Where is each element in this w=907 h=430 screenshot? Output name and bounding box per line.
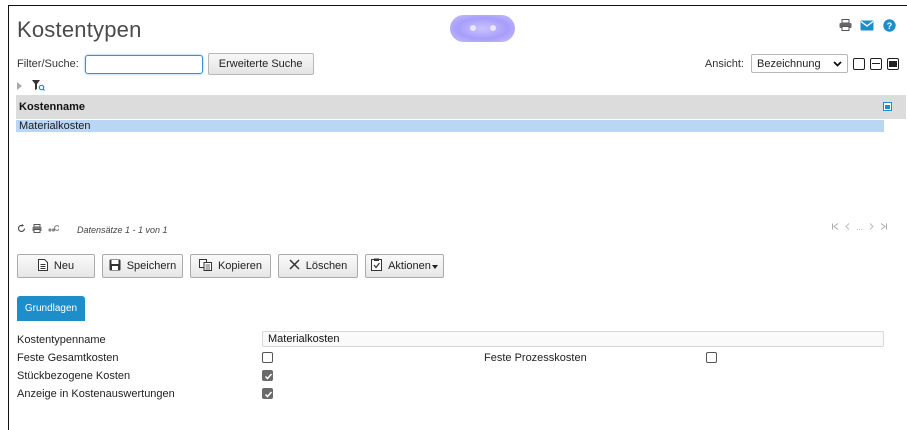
save-label: Speichern xyxy=(126,260,177,272)
refresh-icon[interactable] xyxy=(17,224,26,236)
view-select[interactable]: Bezeichnung xyxy=(751,54,848,73)
document-icon xyxy=(37,258,48,274)
fixed-total-costs-checkbox[interactable] xyxy=(262,352,273,363)
actions-menu-button[interactable]: Aktionen xyxy=(365,254,444,278)
new-button[interactable]: Neu xyxy=(17,254,95,278)
grid-tools xyxy=(17,80,45,94)
print-list-icon[interactable] xyxy=(32,224,42,236)
show-in-reports-checkbox[interactable] xyxy=(262,388,273,399)
kostentypenname-input[interactable]: Materialkosten xyxy=(262,331,884,347)
kostentypenname-label: Kostentypenname xyxy=(17,334,106,346)
fixed-process-costs-checkbox[interactable] xyxy=(706,352,717,363)
prev-page-icon[interactable] xyxy=(845,223,850,232)
per-piece-costs-label: Stückbezogene Kosten xyxy=(17,370,131,382)
window-border-left xyxy=(8,5,9,430)
pager-ellipsis: ... xyxy=(856,223,863,232)
top-actions: ? xyxy=(837,18,897,32)
delete-button[interactable]: Löschen xyxy=(278,254,358,278)
svg-text:?: ? xyxy=(886,21,892,31)
new-label: Neu xyxy=(53,260,75,272)
columns-icon[interactable] xyxy=(48,224,60,236)
help-icon[interactable]: ? xyxy=(881,18,897,32)
first-page-icon[interactable] xyxy=(832,223,839,232)
actions-label: Aktionen xyxy=(388,260,431,272)
last-page-icon[interactable] xyxy=(880,223,887,232)
delete-label: Löschen xyxy=(305,260,348,272)
printer-icon[interactable] xyxy=(837,18,853,32)
column-header-kostenname[interactable]: Kostenname xyxy=(19,101,85,113)
action-toolbar: Neu Speichern Kopieren Löschen Aktionen xyxy=(17,254,444,278)
column-settings-icon[interactable] xyxy=(883,102,892,114)
view-split-icon[interactable] xyxy=(870,57,882,70)
filter-label: Filter/Suche: xyxy=(17,58,79,70)
copy-button[interactable]: Kopieren xyxy=(190,254,271,278)
table-row[interactable]: Materialkosten xyxy=(16,120,884,132)
tab-grundlagen[interactable]: Grundlagen xyxy=(17,296,85,321)
view-list-icon[interactable] xyxy=(887,57,899,70)
pager: Datensätze 1 - 1 von 1 ... xyxy=(17,223,887,237)
mail-icon[interactable] xyxy=(859,18,875,32)
caret-down-icon xyxy=(431,260,438,272)
close-icon xyxy=(289,259,300,273)
view-label: Ansicht: xyxy=(704,57,744,70)
loading-indicator xyxy=(450,15,515,42)
pager-nav: ... xyxy=(832,223,887,232)
fixed-total-costs-label: Feste Gesamtkosten xyxy=(17,352,119,364)
grid-header: Kostenname xyxy=(16,95,906,119)
view-select-value: Bezeichnung xyxy=(757,57,821,70)
copy-icon xyxy=(198,258,212,274)
record-count: Datensätze 1 - 1 von 1 xyxy=(77,225,168,235)
filter-bar: Filter/Suche: Erweiterte Suche xyxy=(17,53,314,75)
filter-search-input[interactable] xyxy=(84,54,203,74)
view-single-icon[interactable] xyxy=(853,57,865,70)
page-title: Kostentypen xyxy=(17,17,142,42)
filter-search-icon[interactable] xyxy=(32,80,45,94)
chevron-down-icon xyxy=(833,58,842,70)
clipboard-icon xyxy=(371,258,383,274)
advanced-search-button[interactable]: Erweiterte Suche xyxy=(207,53,314,75)
save-button[interactable]: Speichern xyxy=(102,254,183,278)
floppy-disk-icon xyxy=(109,259,121,274)
window-border-top xyxy=(8,5,907,6)
next-page-icon[interactable] xyxy=(869,223,874,232)
fixed-process-costs-label: Feste Prozesskosten xyxy=(484,352,587,364)
per-piece-costs-checkbox[interactable] xyxy=(262,370,273,381)
show-in-reports-label: Anzeige in Kostenauswertungen xyxy=(17,388,175,400)
view-controls: Ansicht: Bezeichnung xyxy=(705,54,899,73)
expand-arrow-icon[interactable] xyxy=(17,81,22,93)
copy-label: Kopieren xyxy=(217,260,263,272)
